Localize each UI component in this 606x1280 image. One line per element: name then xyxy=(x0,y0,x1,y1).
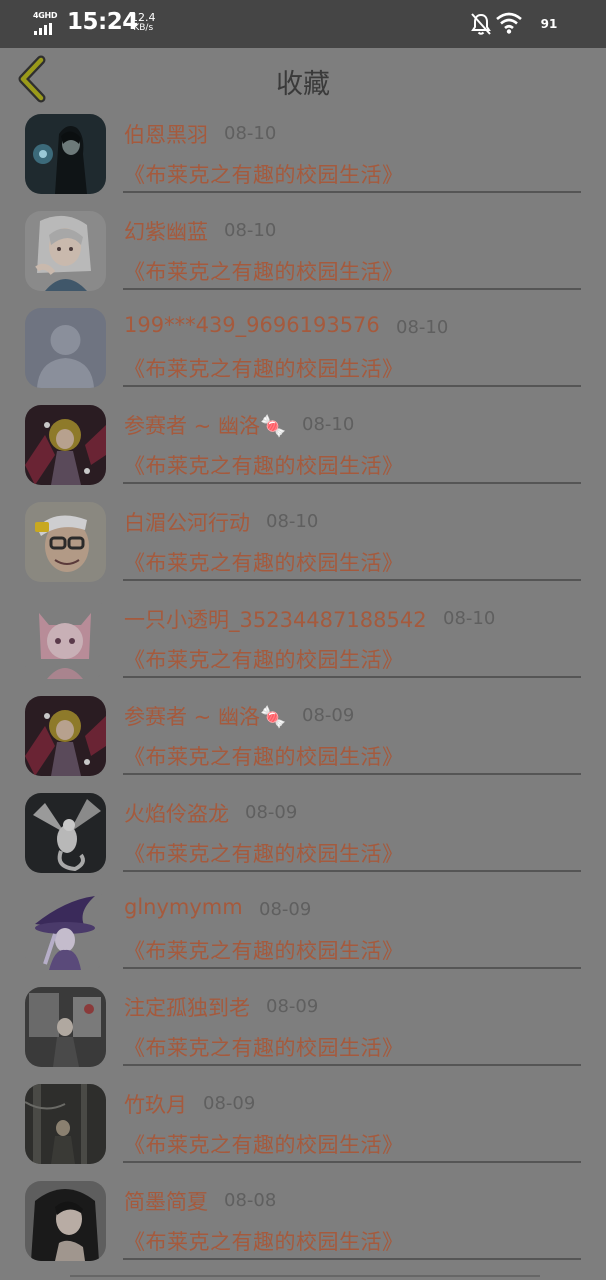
speed-unit: KB/s xyxy=(133,23,154,33)
divider xyxy=(123,482,581,484)
avatar-image xyxy=(25,211,106,291)
user-name[interactable]: 参赛者 ~ 幽洛🍬 xyxy=(124,701,286,731)
avatar-image xyxy=(25,599,106,679)
list-item[interactable]: 竹玖月 08-09 《布莱克之有趣的校园生活》 xyxy=(0,1084,606,1181)
date: 08-08 xyxy=(224,1190,277,1211)
network-speed: 12.4 KB/s xyxy=(131,12,156,34)
avatar-image xyxy=(25,405,106,485)
divider xyxy=(123,676,581,678)
date: 08-10 xyxy=(266,511,319,532)
date: 08-10 xyxy=(396,317,449,338)
avatar-image xyxy=(25,1181,106,1261)
user-name[interactable]: 幻紫幽蓝 xyxy=(124,216,208,246)
wifi-icon xyxy=(496,12,522,34)
date: 08-10 xyxy=(224,123,277,144)
avatar[interactable] xyxy=(25,793,106,873)
date: 08-09 xyxy=(259,899,312,920)
list-item[interactable]: 火焰伶盗龙 08-09 《布莱克之有趣的校园生活》 xyxy=(0,793,606,890)
divider xyxy=(123,870,581,872)
divider xyxy=(123,1064,581,1066)
status-bar: 4GHD 15:24 12.4 KB/s 91 xyxy=(0,0,606,48)
book-title[interactable]: 《布莱克之有趣的校园生活》 xyxy=(124,1032,404,1062)
book-title[interactable]: 《布莱克之有趣的校园生活》 xyxy=(124,353,404,383)
book-title[interactable]: 《布莱克之有趣的校园生活》 xyxy=(124,741,404,771)
bell-muted-icon xyxy=(471,13,491,35)
user-name[interactable]: glnymymm xyxy=(124,895,243,919)
book-title[interactable]: 《布莱克之有趣的校园生活》 xyxy=(124,159,404,189)
clock: 15:24 xyxy=(67,9,138,35)
date: 08-09 xyxy=(302,705,355,726)
avatar[interactable] xyxy=(25,599,106,679)
date: 08-09 xyxy=(266,996,319,1017)
avatar-image xyxy=(25,793,106,873)
avatar-image xyxy=(25,987,106,1067)
user-name[interactable]: 参赛者 ~ 幽洛🍬 xyxy=(124,410,286,440)
user-name[interactable]: 199***439_9696193576 xyxy=(124,313,380,337)
book-title[interactable]: 《布莱克之有趣的校园生活》 xyxy=(124,644,404,674)
list-item[interactable]: 幻紫幽蓝 08-10 《布莱克之有趣的校园生活》 xyxy=(0,211,606,308)
avatar-image xyxy=(25,890,106,970)
avatar[interactable] xyxy=(25,890,106,970)
divider xyxy=(123,1258,581,1260)
list-item[interactable]: 白湄公河行动 08-10 《布莱克之有趣的校园生活》 xyxy=(0,502,606,599)
date: 08-10 xyxy=(443,608,496,629)
user-name[interactable]: 一只小透明_35234487188542 xyxy=(124,604,427,634)
date: 08-09 xyxy=(203,1093,256,1114)
book-title[interactable]: 《布莱克之有趣的校园生活》 xyxy=(124,1129,404,1159)
user-name[interactable]: 伯恩黑羽 xyxy=(124,119,208,149)
header: 收藏 xyxy=(0,48,606,114)
avatar[interactable] xyxy=(25,987,106,1067)
list-item[interactable]: glnymymm 08-09 《布莱克之有趣的校园生活》 xyxy=(0,890,606,987)
avatar[interactable] xyxy=(25,502,106,582)
book-title[interactable]: 《布莱克之有趣的校园生活》 xyxy=(124,1226,404,1256)
list-item[interactable]: 简墨简夏 08-08 《布莱克之有趣的校园生活》 xyxy=(0,1181,606,1278)
divider xyxy=(123,191,581,193)
avatar-image xyxy=(25,696,106,776)
network-type: 4GHD xyxy=(33,11,58,20)
book-title[interactable]: 《布莱克之有趣的校园生活》 xyxy=(124,450,404,480)
list-item[interactable]: 注定孤独到老 08-09 《布莱克之有趣的校园生活》 xyxy=(0,987,606,1084)
divider xyxy=(123,385,581,387)
list-item[interactable]: 199***439_9696193576 08-10 《布莱克之有趣的校园生活》 xyxy=(0,308,606,405)
user-name[interactable]: 注定孤独到老 xyxy=(124,992,250,1022)
avatar[interactable] xyxy=(25,696,106,776)
avatar[interactable] xyxy=(25,114,106,194)
divider xyxy=(123,1161,581,1163)
favorites-list: 伯恩黑羽 08-10 《布莱克之有趣的校园生活》 幻紫幽蓝 08-10 《布莱克… xyxy=(0,114,606,1278)
avatar[interactable] xyxy=(25,1181,106,1261)
divider xyxy=(70,1275,540,1277)
page-title: 收藏 xyxy=(276,69,330,100)
divider xyxy=(123,288,581,290)
book-title[interactable]: 《布莱克之有趣的校园生活》 xyxy=(124,547,404,577)
avatar-image xyxy=(25,114,106,194)
signal-icon: 4GHD xyxy=(33,11,61,35)
avatar[interactable] xyxy=(25,308,106,388)
avatar[interactable] xyxy=(25,1084,106,1164)
avatar[interactable] xyxy=(25,211,106,291)
user-name[interactable]: 火焰伶盗龙 xyxy=(124,798,229,828)
date: 08-10 xyxy=(302,414,355,435)
date: 08-10 xyxy=(224,220,277,241)
user-name[interactable]: 简墨简夏 xyxy=(124,1186,208,1216)
divider xyxy=(123,773,581,775)
battery-indicator: 91 xyxy=(540,17,558,31)
book-title[interactable]: 《布莱克之有趣的校园生活》 xyxy=(124,935,404,965)
book-title[interactable]: 《布莱克之有趣的校园生活》 xyxy=(124,838,404,868)
divider xyxy=(123,579,581,581)
avatar-image xyxy=(25,502,106,582)
divider xyxy=(123,967,581,969)
list-item[interactable]: 参赛者 ~ 幽洛🍬 08-09 《布莱克之有趣的校园生活》 xyxy=(0,696,606,793)
list-item[interactable]: 参赛者 ~ 幽洛🍬 08-10 《布莱克之有趣的校园生活》 xyxy=(0,405,606,502)
list-item[interactable]: 一只小透明_35234487188542 08-10 《布莱克之有趣的校园生活》 xyxy=(0,599,606,696)
user-name[interactable]: 白湄公河行动 xyxy=(124,507,250,537)
avatar[interactable] xyxy=(25,405,106,485)
date: 08-09 xyxy=(245,802,298,823)
avatar-image xyxy=(25,308,106,388)
book-title[interactable]: 《布莱克之有趣的校园生活》 xyxy=(124,256,404,286)
list-item[interactable]: 伯恩黑羽 08-10 《布莱克之有趣的校园生活》 xyxy=(0,114,606,211)
user-name[interactable]: 竹玖月 xyxy=(124,1089,187,1119)
avatar-image xyxy=(25,1084,106,1164)
